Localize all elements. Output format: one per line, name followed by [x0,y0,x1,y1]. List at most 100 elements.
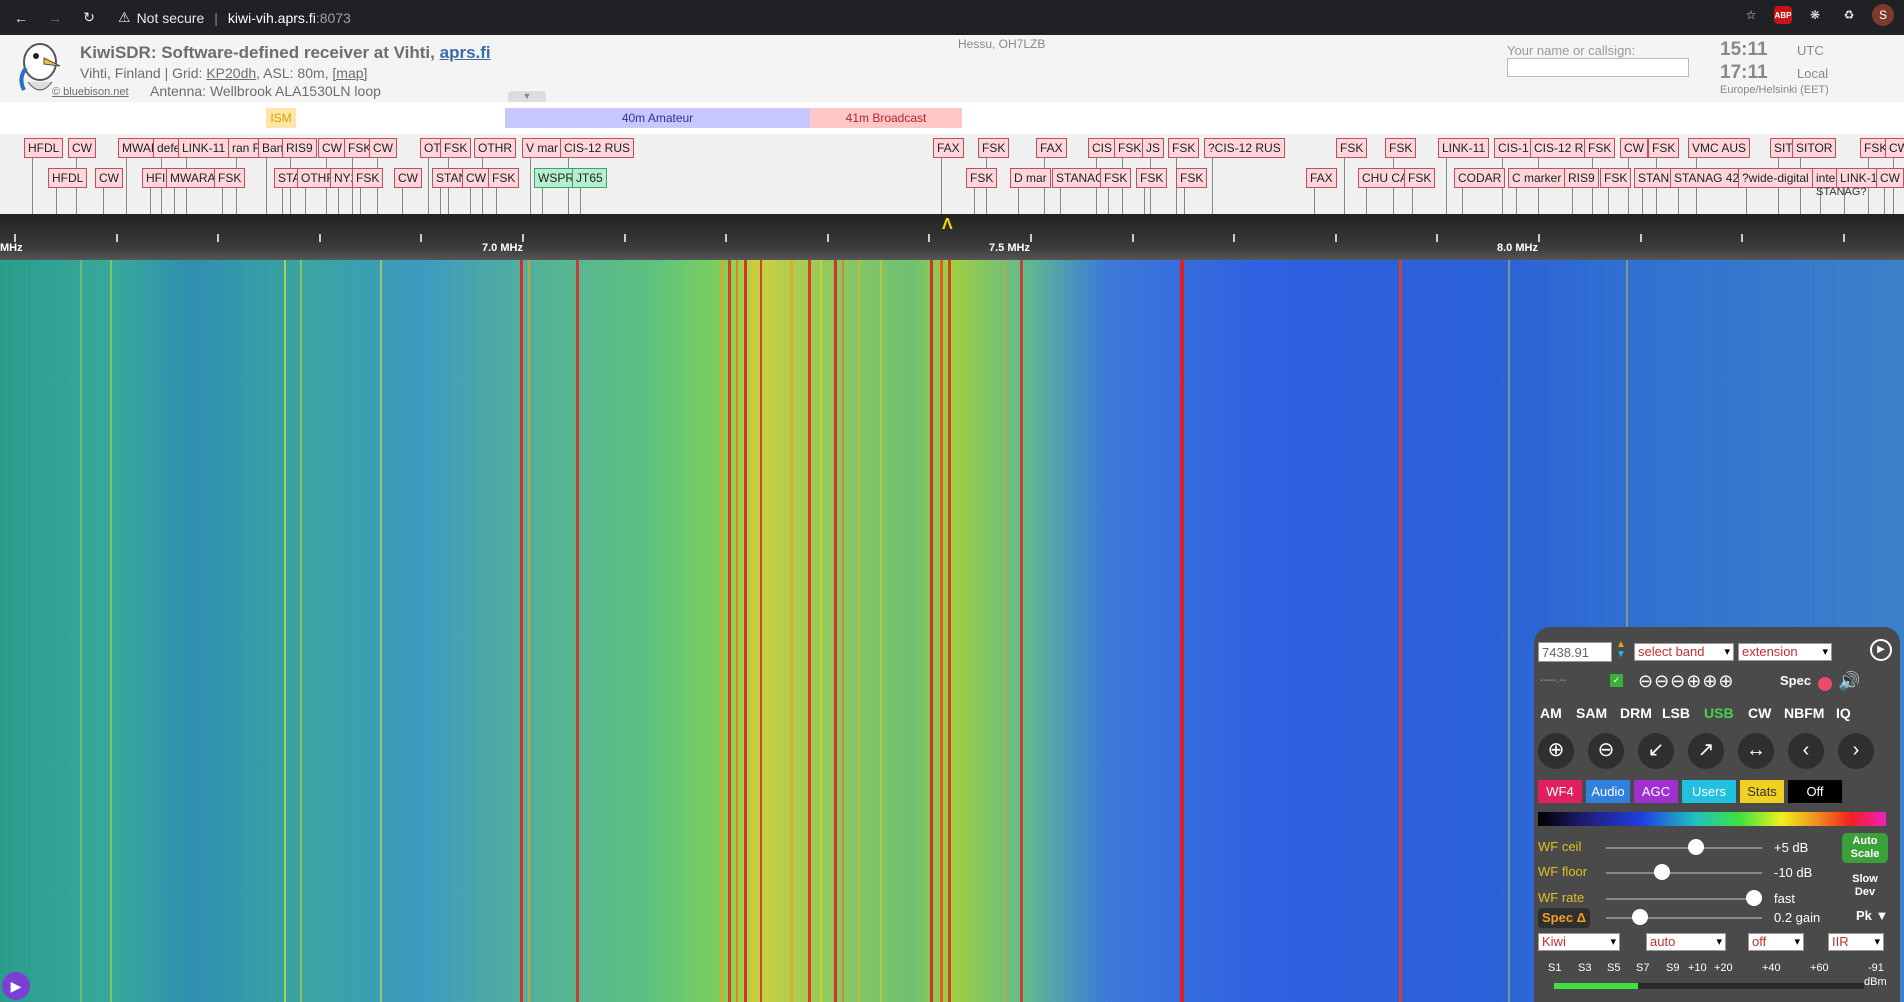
back-icon[interactable]: ← [8,5,34,31]
dx-label[interactable]: FSK [1648,138,1680,158]
dx-label[interactable]: LINK-11 [1438,138,1490,158]
spec-button[interactable]: Spec [1780,673,1811,688]
dx-label[interactable]: FSK [1114,138,1146,158]
dx-label[interactable]: FSK [1404,168,1436,188]
dx-label[interactable]: FAX [1306,168,1337,188]
forward-icon[interactable]: → [42,5,68,31]
gear-extension-icon[interactable]: ❋ [1804,4,1826,26]
dx-label[interactable]: D mar [1010,168,1051,188]
grid-link[interactable]: KP20dh [206,65,256,81]
tab-stats[interactable]: Stats [1740,780,1784,803]
dx-label[interactable]: ?CIS-12 RUS [1204,138,1285,158]
dx-label[interactable]: FSK [978,138,1010,158]
dx-label[interactable]: CW [68,138,96,158]
auto-scale-button[interactable]: Auto Scale [1842,833,1888,863]
dx-label[interactable]: JT65 [572,168,607,188]
star-icon[interactable]: ☆ [1740,4,1762,26]
off-select[interactable]: off [1748,933,1804,951]
zoom-in-icon[interactable]: ⊕ [1538,733,1574,769]
dx-label[interactable]: HFDL [24,138,64,158]
tab-wf4[interactable]: WF4 [1538,780,1582,803]
tab-audio[interactable]: Audio [1586,780,1630,803]
frequency-input[interactable] [1538,642,1612,662]
band-41m-broadcast[interactable]: 41m Broadcast [810,108,962,128]
tab-off[interactable]: Off [1788,780,1842,803]
zoom-band-icon[interactable]: ↔ [1738,733,1774,769]
wf-floor-slider[interactable] [1606,872,1762,874]
wf-ceil-knob[interactable] [1688,839,1705,855]
mode-lsb[interactable]: LSB [1662,705,1690,721]
wf-rate-slider[interactable] [1606,898,1762,900]
page-left-icon[interactable]: ‹ [1788,733,1824,769]
dx-label[interactable]: RIS9 [1564,168,1599,188]
band-select[interactable]: select band [1634,643,1734,661]
dx-label[interactable]: CIS-12 RUS [560,138,635,158]
adblock-icon[interactable]: ABP [1774,6,1792,24]
side-panel-play-icon[interactable]: ▶ [2,972,30,1000]
puzzle-icon[interactable]: ♻ [1838,4,1860,26]
dx-label[interactable]: FSK [1336,138,1368,158]
dx-label[interactable]: C marker [1508,168,1566,188]
dx-label[interactable]: FSK [1600,168,1632,188]
map-link[interactable]: [map] [332,65,367,81]
dx-label[interactable]: FSK [1136,168,1168,188]
spec-delta-knob[interactable] [1632,909,1649,925]
dx-label[interactable]: LINK-1 [1836,168,1882,188]
dx-label[interactable]: CW [95,168,123,188]
dx-label[interactable]: CIS-1 [1494,138,1533,158]
profile-avatar[interactable]: S [1872,4,1894,26]
dx-label[interactable]: STANAG 42 [1670,168,1744,188]
kiwi-select[interactable]: Kiwi [1538,933,1620,951]
extension-select[interactable]: extension [1738,643,1832,661]
pk-select[interactable]: Pk ▼ [1856,908,1888,923]
dx-label[interactable]: FSK [488,168,520,188]
dx-label[interactable]: HFDL [48,168,88,188]
dx-label[interactable]: FSK [1584,138,1616,158]
lock-icon[interactable]: ✓ [1610,674,1623,687]
dx-label[interactable]: FSK [440,138,472,158]
collapse-header-icon[interactable]: ▼ [508,91,546,102]
dx-label[interactable]: CW [394,168,422,188]
dx-label[interactable]: CW [1885,138,1904,158]
record-icon[interactable] [1818,677,1832,691]
page-right-icon[interactable]: › [1838,733,1874,769]
tuning-marker[interactable]: Λ [942,216,953,234]
dx-label[interactable]: STANAG? [1816,186,1867,198]
spec-delta-slider[interactable] [1606,917,1762,919]
frequency-scale[interactable]: Λ MHz 7.0 MHz 7.5 MHz 8.0 MHz [0,214,1904,260]
mode-cw[interactable]: CW [1748,705,1771,721]
dx-label[interactable]: FSK [966,168,998,188]
dx-label[interactable]: CW [369,138,397,158]
zoom-max-in-icon[interactable]: ↙ [1638,733,1674,769]
dx-label[interactable]: FSK [1100,168,1132,188]
freq-step-icon[interactable]: ▲ ▼ [1616,640,1626,660]
dx-label[interactable]: CW [318,138,346,158]
dx-label[interactable]: CIS-12 R [1530,138,1588,158]
band-ism[interactable]: ISM [266,108,296,128]
mode-drm[interactable]: DRM [1620,705,1652,721]
tab-agc[interactable]: AGC [1634,780,1678,803]
dx-label[interactable]: FSK [214,168,246,188]
wf-ceil-slider[interactable] [1606,847,1762,849]
mode-sam[interactable]: SAM [1576,705,1607,721]
iir-select[interactable]: IIR [1828,933,1884,951]
dx-label[interactable]: FSK [352,168,384,188]
dx-label[interactable]: STAN [1634,168,1674,188]
dx-label[interactable]: RIS9 [282,138,317,158]
dx-label[interactable]: V mar [522,138,563,158]
zoom-max-out-icon[interactable]: ↗ [1688,733,1724,769]
callsign-input[interactable] [1507,58,1689,77]
mode-usb[interactable]: USB [1704,705,1734,721]
auto-select[interactable]: auto [1646,933,1726,951]
dx-label[interactable]: MWARA [166,168,220,188]
slow-dev-button[interactable]: Slow Dev [1842,871,1888,901]
dx-label[interactable]: CW [462,168,490,188]
band-40m-amateur[interactable]: 40m Amateur [505,108,810,128]
spec-delta-button[interactable]: Spec Δ [1538,908,1590,928]
dx-label[interactable]: VMC AUS [1688,138,1751,158]
step-buttons[interactable]: ⊖⊖⊖⊕⊕⊕ [1638,671,1735,692]
logo-credit-link[interactable]: © bluebison.net [52,86,129,98]
dx-label[interactable]: JS [1142,138,1165,158]
address-bar[interactable]: ⚠ Not secure | kiwi-vih.aprs.fi:8073 [106,4,1756,31]
dx-label[interactable]: FAX [1036,138,1067,158]
